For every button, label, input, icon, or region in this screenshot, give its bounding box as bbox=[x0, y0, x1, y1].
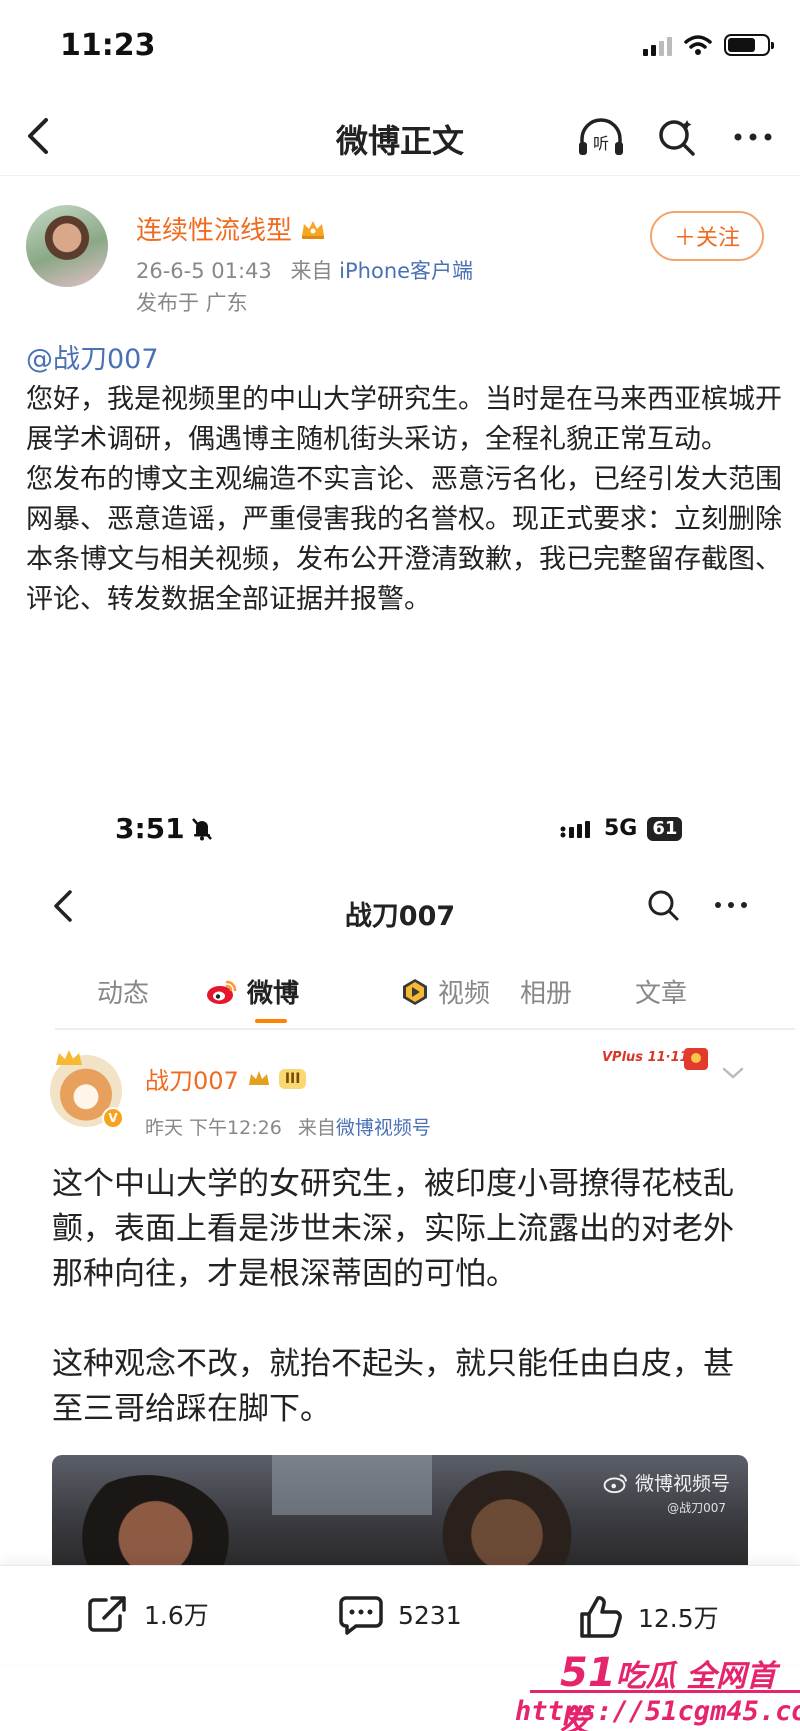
network-label: 5G bbox=[604, 816, 638, 841]
repost-button[interactable]: 1.6万 bbox=[86, 1594, 209, 1634]
crown-icon bbox=[302, 220, 325, 239]
vplus-badge: VPlus 11·11 bbox=[602, 1048, 712, 1080]
post-paragraph: 您好，我是视频里的中山大学研究生。当时是在马来西亚槟城开展学术调研，偶遇博主随机… bbox=[26, 384, 782, 455]
nav-actions: 听 bbox=[576, 112, 778, 162]
source-prefix: 来自 bbox=[297, 1117, 336, 1139]
post-time: 26-6-5 01:43 bbox=[136, 259, 272, 283]
tab-label: 文章 bbox=[635, 979, 688, 1009]
headphones-icon: 听 bbox=[579, 118, 623, 155]
search-button[interactable] bbox=[652, 112, 702, 162]
status-icons bbox=[643, 34, 774, 56]
more-dots-icon bbox=[734, 133, 772, 141]
tab-label: 微博 bbox=[247, 979, 300, 1009]
embedded-status-bar: 3:51 5G 61 bbox=[0, 800, 800, 860]
post-source[interactable]: 微博视频号 bbox=[336, 1117, 431, 1139]
tab-articles[interactable]: 文章 bbox=[635, 973, 687, 1010]
search-icon bbox=[659, 120, 695, 156]
post-source[interactable]: iPhone客户端 bbox=[339, 259, 473, 283]
comment-button[interactable]: 5231 bbox=[338, 1594, 462, 1636]
author-name-text[interactable]: 战刀007 bbox=[145, 1061, 239, 1096]
post-paragraph: 您发布的博文主观编造不实言论、恶意污名化，已经引发大范围网暴、恶意造谣，严重侵害… bbox=[26, 464, 782, 615]
like-count: 12.5万 bbox=[638, 1604, 719, 1633]
post-time: 昨天 下午12:26 bbox=[145, 1117, 282, 1139]
embedded-status-icons: 5G 61 bbox=[560, 816, 683, 841]
repost-count: 1.6万 bbox=[144, 1601, 209, 1630]
comment-icon bbox=[339, 1596, 383, 1635]
comment-count: 5231 bbox=[398, 1600, 462, 1630]
watermark-text: 微博视频号 bbox=[634, 1473, 730, 1495]
status-time: 11:23 bbox=[60, 28, 156, 63]
crown-icon bbox=[56, 1050, 82, 1065]
cellular-signal-icon bbox=[643, 34, 672, 56]
listen-label: 听 bbox=[593, 134, 609, 153]
chevron-down-icon[interactable] bbox=[722, 1066, 744, 1080]
weibo-logo-icon bbox=[207, 980, 237, 1004]
video-person bbox=[422, 1465, 592, 1565]
active-tab-indicator bbox=[255, 1019, 287, 1023]
follow-button[interactable]: ＋关注 bbox=[650, 211, 764, 261]
tab-label: 视频 bbox=[438, 979, 491, 1009]
weibo-logo-icon bbox=[603, 1473, 627, 1493]
tab-label: 相册 bbox=[520, 979, 573, 1009]
battery-level: 61 bbox=[647, 816, 683, 841]
embedded-author-name[interactable]: 战刀007 III bbox=[145, 1061, 307, 1096]
profile-tabs: 动态 微博 视频 相册 文章 bbox=[55, 955, 795, 1030]
post-location: 发布于 广东 bbox=[136, 291, 248, 315]
post-meta: 26-6-5 01:43 来自 iPhone客户端 bbox=[136, 255, 473, 285]
vplus-text: VPlus 11·11 bbox=[602, 1050, 689, 1065]
video-watermark: 微博视频号 bbox=[603, 1469, 730, 1496]
bell-muted-icon bbox=[191, 817, 212, 840]
post-author-header: 连续性流线型 26-6-5 01:43 来自 iPhone客户端 发布于 广东 … bbox=[26, 205, 776, 315]
top-nav: 微博正文 听 bbox=[0, 96, 800, 176]
thumbs-up-icon bbox=[580, 1596, 622, 1638]
level-badge: III bbox=[278, 1068, 307, 1089]
red-envelope-icon bbox=[684, 1048, 708, 1070]
status-bar: 11:23 bbox=[0, 0, 800, 96]
post-paragraph: 这种观念不改，就抬不起头，就只能任由白皮，甚至三哥给踩在脚下。 bbox=[52, 1346, 734, 1427]
watermark-divider bbox=[530, 1690, 800, 1693]
embedded-nav-actions bbox=[646, 888, 748, 922]
more-dots-icon[interactable] bbox=[714, 901, 748, 909]
listen-button[interactable]: 听 bbox=[576, 112, 626, 162]
video-person bbox=[62, 1475, 232, 1565]
embedded-status-time: 3:51 bbox=[115, 812, 215, 845]
avatar[interactable] bbox=[26, 205, 108, 287]
post-body: @战刀007 您好，我是视频里的中山大学研究生。当时是在马来西亚槟城开展学术调研… bbox=[26, 340, 782, 620]
post-paragraph: 这个中山大学的女研究生，被印度小哥撩得花枝乱颤，表面上看是涉世未深，实际上流露出… bbox=[52, 1166, 734, 1292]
video-thumbnail[interactable]: 微博视频号 @战刀007 bbox=[52, 1455, 748, 1565]
tab-dynamics[interactable]: 动态 bbox=[97, 973, 149, 1010]
author-name[interactable]: 连续性流线型 bbox=[136, 210, 326, 247]
mention-link[interactable]: @战刀007 bbox=[26, 340, 782, 380]
author-name-text[interactable]: 连续性流线型 bbox=[136, 210, 292, 247]
video-watermark-handle: @战刀007 bbox=[667, 1501, 726, 1515]
wifi-icon bbox=[684, 35, 712, 55]
embedded-post-body: 这个中山大学的女研究生，被印度小哥撩得花枝乱颤，表面上看是涉世未深，实际上流露出… bbox=[52, 1162, 752, 1432]
video-background bbox=[272, 1455, 432, 1515]
tab-album[interactable]: 相册 bbox=[520, 973, 572, 1010]
like-button[interactable]: 12.5万 bbox=[578, 1594, 719, 1640]
site-watermark: 51吃瓜 全网首发 https://51cgm45.com bbox=[500, 1650, 800, 1731]
battery-icon bbox=[724, 34, 774, 56]
embedded-nav: 战刀007 bbox=[0, 876, 800, 946]
tab-label: 动态 bbox=[97, 979, 150, 1009]
cellular-signal-icon bbox=[560, 820, 590, 838]
watermark-url: https://51cgm45.com bbox=[515, 1696, 800, 1727]
embedded-post-meta: 昨天 下午12:26 来自微博视频号 bbox=[145, 1113, 431, 1140]
verified-badge-icon: V bbox=[102, 1107, 124, 1129]
tab-video[interactable]: 视频 bbox=[400, 973, 490, 1010]
crown-icon bbox=[248, 1070, 269, 1085]
tab-weibo[interactable]: 微博 bbox=[205, 973, 299, 1010]
source-prefix: 来自 bbox=[290, 259, 333, 283]
video-badge-icon bbox=[403, 978, 427, 1005]
embedded-time-text: 3:51 bbox=[115, 812, 185, 845]
more-button[interactable] bbox=[728, 112, 778, 162]
share-icon bbox=[88, 1596, 126, 1632]
search-icon[interactable] bbox=[646, 888, 680, 922]
